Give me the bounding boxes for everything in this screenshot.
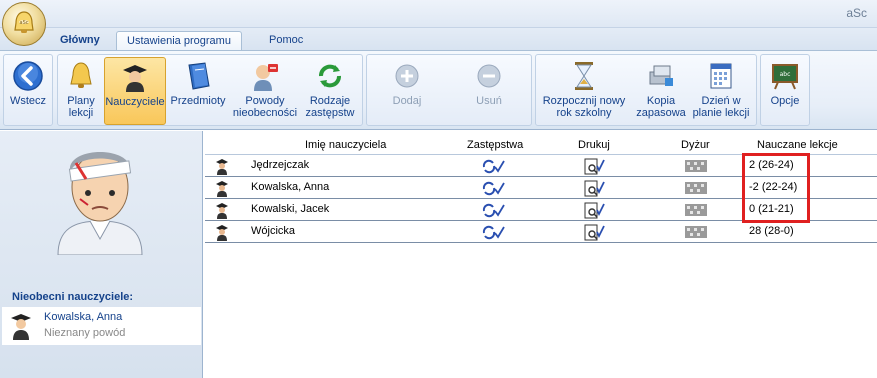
back-arrow-icon	[13, 61, 43, 91]
bell-icon: aSc	[14, 11, 34, 33]
teacher-name: Jędrzejczak	[251, 159, 310, 171]
print-icon[interactable]	[583, 158, 605, 175]
ribbon: Wstecz Plany lekcji Nauczyciele Przedmio…	[0, 50, 877, 130]
teacher-icon	[216, 181, 228, 197]
substitution-icon[interactable]	[481, 180, 505, 196]
plans-button[interactable]: Plany lekcji	[60, 57, 102, 125]
day-in-plan-label: Dzień w planie lekcji	[692, 95, 750, 119]
absent-teacher-name: Kowalska, Anna	[44, 311, 123, 323]
absence-reasons-label: Powody nieobecności	[232, 95, 298, 119]
backup-button[interactable]: Kopia zapasowa	[636, 57, 686, 125]
backup-label: Kopia zapasowa	[636, 95, 686, 119]
app-menu-button[interactable]: aSc	[2, 2, 46, 46]
teacher-icon	[216, 203, 228, 219]
lessons-highlight-box	[742, 153, 810, 223]
day-in-plan-button[interactable]: Dzień w planie lekcji	[688, 57, 754, 125]
duty-icon[interactable]	[685, 204, 707, 216]
teacher-name: Kowalska, Anna	[251, 181, 330, 193]
options-button[interactable]: abc Opcje	[763, 57, 807, 125]
print-icon[interactable]	[583, 180, 605, 197]
substitution-icon[interactable]	[481, 202, 505, 218]
absent-teacher-reason: Nieznany powód	[44, 327, 126, 339]
duty-icon[interactable]	[685, 226, 707, 238]
remove-label: Usuń	[476, 95, 502, 107]
teacher-icon	[123, 65, 147, 92]
column-header-substitutions[interactable]: Zastępstwa	[467, 139, 523, 151]
column-header-lessons[interactable]: Nauczane lekcje	[757, 139, 838, 151]
teacher-name: Wójcicka	[251, 225, 296, 237]
taught-lessons: 28 (28-0)	[749, 225, 794, 237]
teacher-icon	[216, 225, 228, 241]
teacher-icon	[216, 159, 228, 175]
substitution-icon	[319, 64, 341, 88]
print-icon[interactable]	[583, 202, 605, 219]
app-title: aSc	[846, 6, 867, 20]
calendar-icon	[710, 63, 732, 89]
tab-pomoc[interactable]: Pomoc	[259, 31, 313, 50]
remove-button[interactable]: Usuń	[459, 57, 519, 125]
sick-person-icon	[254, 64, 278, 91]
column-header-duty[interactable]: Dyżur	[681, 139, 710, 151]
plans-label: Plany lekcji	[67, 95, 95, 119]
duty-icon[interactable]	[685, 160, 707, 172]
add-label: Dodaj	[392, 95, 422, 107]
back-button[interactable]: Wstecz	[6, 57, 50, 125]
tab-glowny[interactable]: Główny	[50, 31, 110, 50]
subjects-label: Przedmioty	[170, 95, 226, 107]
title-bar: aSc	[0, 0, 877, 28]
duty-icon[interactable]	[685, 182, 707, 194]
teachers-button[interactable]: Nauczyciele	[104, 57, 166, 125]
substitution-types-button[interactable]: Rodzaje zastępstw	[302, 57, 358, 125]
print-icon[interactable]	[583, 224, 605, 241]
bell-icon	[70, 62, 92, 88]
backup-icon	[649, 65, 673, 86]
teacher-name: Kowalski, Jacek	[251, 203, 330, 215]
absent-teachers-list: Kowalska, Anna Nieznany powód	[2, 307, 201, 345]
ribbon-group-edit: Dodaj Usuń	[366, 54, 532, 126]
add-icon	[395, 64, 419, 88]
new-school-year-button[interactable]: Rozpocznij nowy rok szkolny	[538, 57, 630, 125]
hourglass-icon	[575, 62, 593, 90]
absence-reasons-button[interactable]: Powody nieobecności	[230, 57, 300, 125]
tab-ustawienia[interactable]: Ustawienia programu	[116, 31, 242, 50]
blackboard-icon: abc	[772, 64, 798, 90]
book-icon	[188, 62, 210, 90]
back-label: Wstecz	[9, 95, 47, 107]
table-row[interactable]: Wójcicka 28 (28-0)	[205, 222, 877, 243]
remove-icon	[477, 64, 501, 88]
tab-strip: Główny Ustawienia programu Pomoc	[0, 28, 877, 50]
sick-teacher-illustration	[57, 152, 143, 255]
teacher-icon	[11, 314, 31, 340]
svg-text:abc: abc	[780, 71, 791, 78]
options-label: Opcje	[770, 95, 800, 107]
substitution-icon[interactable]	[481, 158, 505, 174]
substitution-types-label: Rodzaje zastępstw	[305, 95, 355, 119]
column-header-name[interactable]: Imię nauczyciela	[305, 139, 386, 151]
teachers-label: Nauczyciele	[105, 96, 165, 108]
column-header-print[interactable]: Drukuj	[578, 139, 610, 151]
new-school-year-label: Rozpocznij nowy rok szkolny	[542, 95, 626, 119]
left-panel: Nieobecni nauczyciele: Kowalska, Anna Ni…	[0, 131, 203, 378]
teachers-grid: Imię nauczyciela Zastępstwa Drukuj Dyżur…	[205, 131, 877, 378]
absent-teachers-heading: Nieobecni nauczyciele:	[12, 291, 134, 303]
ribbon-group-options: abc Opcje	[760, 54, 810, 126]
ribbon-group-data: Plany lekcji Nauczyciele Przedmioty Powo…	[57, 54, 363, 126]
svg-text:aSc: aSc	[20, 20, 29, 26]
substitution-icon[interactable]	[481, 224, 505, 240]
ribbon-group-nav: Wstecz	[3, 54, 53, 126]
add-button[interactable]: Dodaj	[377, 57, 437, 125]
ribbon-group-tools: Rozpocznij nowy rok szkolny Kopia zapaso…	[535, 54, 757, 126]
subjects-button[interactable]: Przedmioty	[168, 57, 228, 125]
